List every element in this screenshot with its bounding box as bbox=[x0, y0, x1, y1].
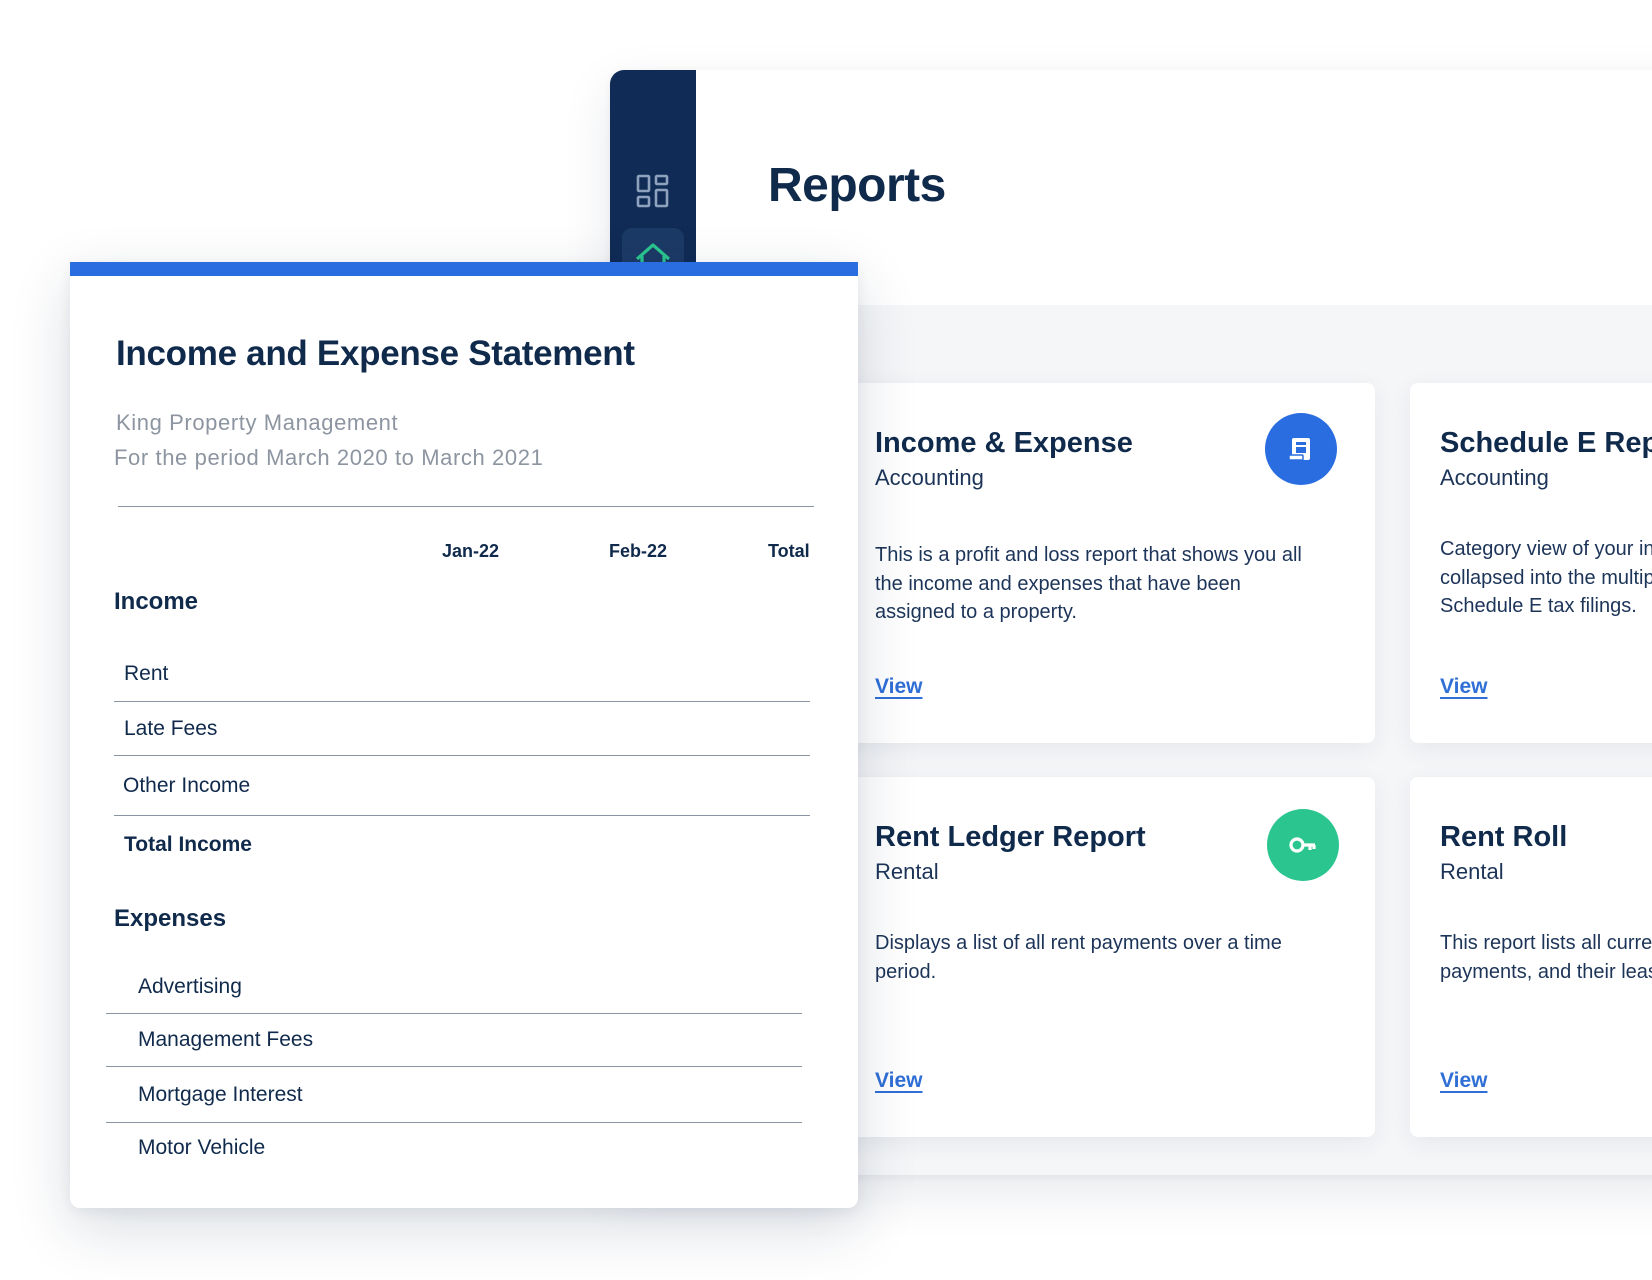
key-icon bbox=[1289, 837, 1316, 853]
column-header: Feb-22 bbox=[609, 541, 668, 561]
card-description: Displays a list of all rent payments ove… bbox=[875, 932, 1282, 983]
table-row: Rent bbox=[114, 646, 810, 702]
card-description: This is a profit and loss report that sh… bbox=[875, 544, 1302, 623]
column-header: Jan-22 bbox=[442, 541, 500, 561]
view-link[interactable]: View bbox=[875, 675, 922, 699]
table-row: Other Income bbox=[114, 756, 810, 816]
dashboard-icon bbox=[636, 174, 669, 208]
expenses-heading: Expenses bbox=[114, 905, 227, 932]
company-name: King Property Management bbox=[116, 410, 399, 435]
table-row: Management Fees bbox=[106, 1014, 802, 1067]
divider bbox=[118, 506, 814, 507]
sidebar-item-dashboard[interactable] bbox=[622, 160, 684, 222]
card-category: Rental bbox=[1440, 859, 1504, 884]
card-title: Rent Ledger Report bbox=[875, 821, 1146, 853]
table-row: Motor Vehicle bbox=[138, 1136, 266, 1159]
card-description: Category view of your income and expense… bbox=[1440, 538, 1652, 617]
page-title: Reports bbox=[768, 159, 946, 212]
report-card-rent-ledger: Rent Ledger Report Rental Displays a lis… bbox=[845, 777, 1375, 1137]
view-link[interactable]: View bbox=[1440, 1069, 1487, 1093]
table-row: Advertising bbox=[106, 960, 802, 1014]
statement-accent-bar bbox=[70, 262, 858, 276]
table-row: Mortgage Interest bbox=[106, 1067, 802, 1123]
table-row: Late Fees bbox=[114, 702, 810, 756]
receipt-icon-badge bbox=[1265, 413, 1337, 485]
column-header: Total bbox=[768, 541, 810, 561]
report-period: For the period March 2020 to March 2021 bbox=[114, 445, 544, 470]
key-icon-badge bbox=[1267, 809, 1339, 881]
total-income-row: Total Income bbox=[124, 833, 252, 856]
receipt-icon bbox=[1288, 438, 1310, 461]
card-description: This report lists all current tenants, t… bbox=[1440, 932, 1652, 983]
card-title: Income & Expense bbox=[875, 427, 1133, 459]
report-card-schedule-e: Schedule E Report Accounting Category vi… bbox=[1410, 383, 1652, 743]
view-link[interactable]: View bbox=[875, 1069, 922, 1093]
card-title: Rent Roll bbox=[1440, 821, 1568, 853]
view-link[interactable]: View bbox=[1440, 675, 1487, 699]
income-expense-statement: Income and Expense Statement King Proper… bbox=[70, 262, 858, 1208]
report-card-income-expense: Income & Expense Accounting This is a pr… bbox=[845, 383, 1375, 743]
card-category: Accounting bbox=[1440, 465, 1549, 490]
statement-title: Income and Expense Statement bbox=[116, 334, 635, 373]
income-heading: Income bbox=[114, 588, 199, 615]
report-card-rent-roll: Rent Roll Rental This report lists all c… bbox=[1410, 777, 1652, 1137]
card-category: Accounting bbox=[875, 465, 984, 490]
card-category: Rental bbox=[875, 859, 939, 884]
card-title: Schedule E Report bbox=[1440, 427, 1652, 459]
